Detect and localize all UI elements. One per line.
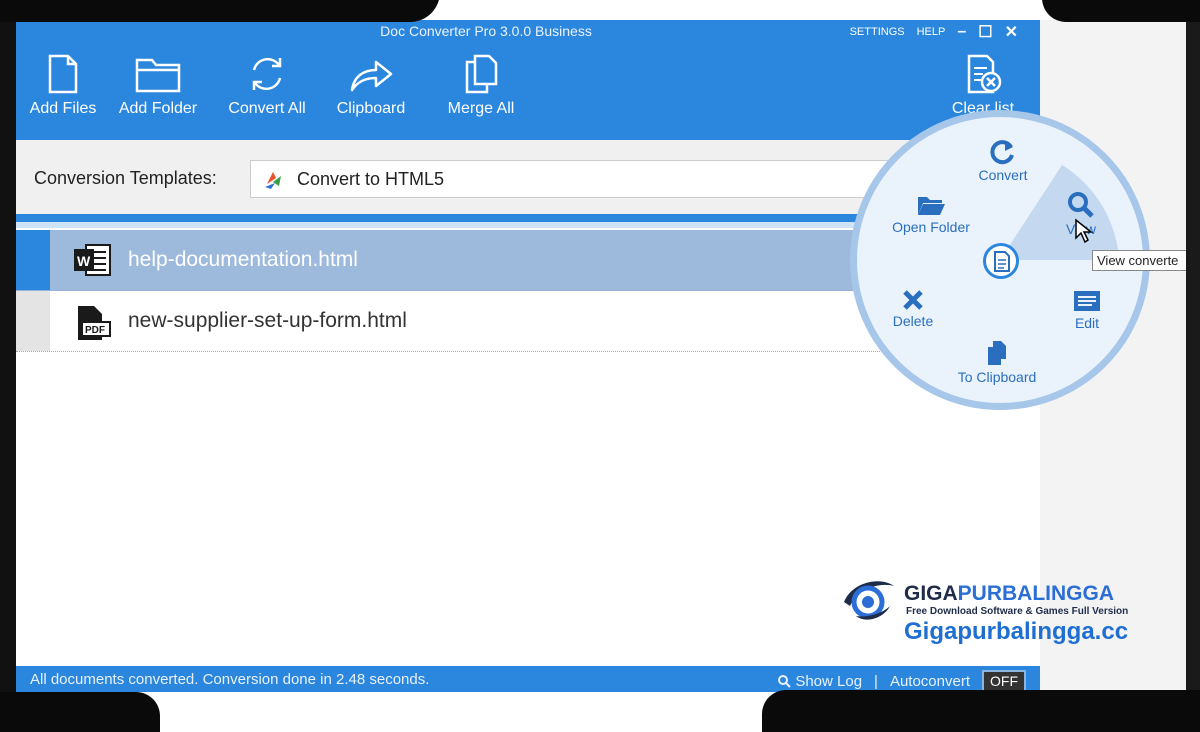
watermark-brand: GIGAPURBALINGGA [904,582,1114,606]
html5-template-icon [265,172,281,189]
file-icon [48,54,78,94]
autoconvert-toggle[interactable]: OFF [982,670,1026,692]
help-link[interactable]: HELP [917,26,946,38]
convert-menu-label: Convert [978,167,1028,183]
file-name: new-supplier-set-up-form.html [128,309,407,332]
folder-open-icon [918,197,945,215]
refresh-icon [252,57,282,91]
clipboard-label: Clipboard [336,100,406,117]
share-arrow-icon [350,60,393,92]
minimize-button[interactable]: – [957,23,966,41]
merge-icon [465,54,498,94]
watermark-tagline: Free Download Software & Games Full Vers… [906,606,1129,617]
add-files-button[interactable]: Add Files [22,54,104,118]
to-clipboard-menu-item[interactable]: To Clipboard [949,339,1045,385]
search-icon [778,674,791,688]
word-doc-icon: W [74,244,111,276]
edit-menu-label: Edit [1074,315,1100,331]
clear-list-icon [967,54,1002,94]
maximize-button[interactable]: ☐ [978,22,992,42]
show-log-label: Show Log [795,672,863,690]
frame-bar-bottom-left [0,692,160,732]
frame-bar-bottom-right [762,690,1200,732]
delete-menu-label: Delete [892,313,934,329]
edit-menu-item[interactable]: Edit [1065,289,1109,331]
frame-bar-top-right [1042,0,1200,22]
radial-center-button[interactable] [983,243,1019,279]
watermark-brand-b: PURBALINGGA [957,582,1115,605]
convert-all-button[interactable]: Convert All [220,54,314,118]
refresh-icon [990,140,1014,165]
row-marker [16,230,50,290]
add-folder-label: Add Folder [118,100,198,117]
show-log-button[interactable]: Show Log [777,673,862,690]
pdf-doc-icon: PDF [78,306,111,340]
magnifier-icon [1068,192,1094,218]
clipboard-button[interactable]: Clipboard [328,54,414,118]
watermark-brand-a: GIGA [904,582,958,605]
add-folder-button[interactable]: Add Folder [112,54,204,118]
open-folder-menu-item[interactable]: Open Folder [885,193,977,235]
status-message: All documents converted. Conversion done… [30,671,430,688]
svg-text:W: W [77,253,91,269]
templates-label: Conversion Templates: [34,168,217,188]
eye-logo-icon [844,581,894,620]
open-folder-menu-label: Open Folder [892,219,970,235]
document-icon [994,251,1010,272]
convert-all-label: Convert All [228,100,306,117]
templates-dropdown[interactable]: Convert to HTML5 [250,160,892,198]
autoconvert-label: Autoconvert [889,672,970,690]
add-files-label: Add Files [29,100,97,117]
clear-list-button[interactable]: Clear list [938,54,1028,118]
status-right: Show Log | Autoconvert OFF [777,670,1026,692]
window-title: Doc Converter Pro 3.0.0 Business [380,23,592,39]
delete-x-icon [903,290,923,310]
settings-link[interactable]: SETTINGS [850,26,905,38]
file-name: help-documentation.html [128,248,358,271]
frame-bar-top-left [0,0,440,22]
edit-form-icon [1074,291,1100,311]
view-tooltip: View converte [1092,250,1188,271]
frame-border-left [0,0,16,720]
to-clipboard-menu-label: To Clipboard [957,369,1037,385]
folder-icon [135,58,181,93]
convert-menu-item[interactable]: Convert [963,139,1043,183]
mouse-cursor-icon [1075,218,1094,244]
delete-menu-item[interactable]: Delete [883,289,943,329]
merge-all-button[interactable]: Merge All [436,54,526,118]
merge-all-label: Merge All [447,100,515,117]
frame-border-right [1186,0,1200,720]
watermark-url: Gigapurbalingga.cc [904,618,1129,645]
row-marker [16,291,50,351]
window-links: SETTINGS HELP – ☐ ✕ [850,22,1018,42]
clipboard-icon [988,341,1006,365]
close-button[interactable]: ✕ [1005,22,1018,42]
status-separator: | [874,672,878,690]
templates-selected: Convert to HTML5 [297,169,445,189]
status-bar: All documents converted. Conversion done… [16,666,1040,692]
svg-text:PDF: PDF [85,325,105,336]
